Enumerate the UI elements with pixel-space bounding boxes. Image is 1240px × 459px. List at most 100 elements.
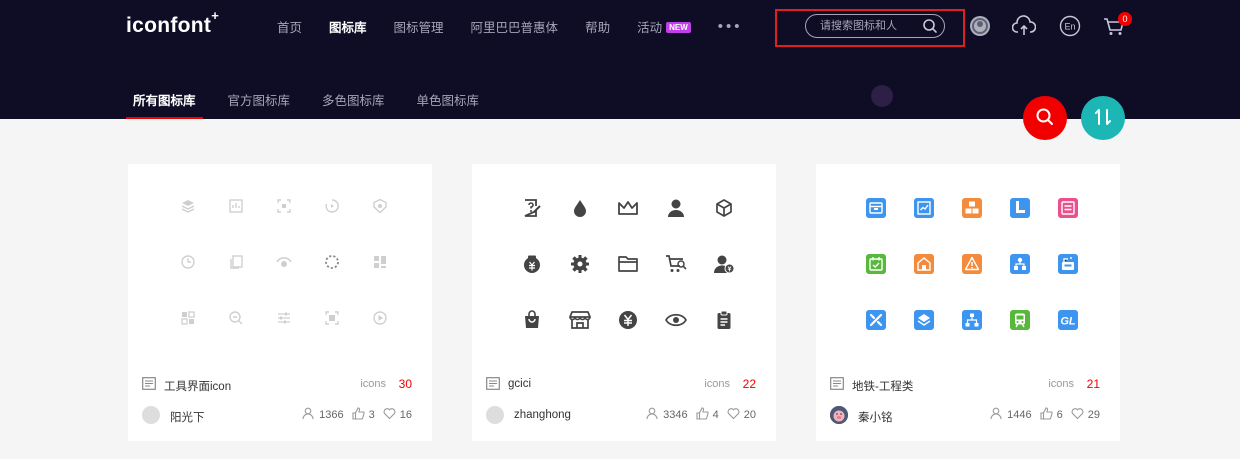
metro-train-icon [996, 310, 1044, 366]
box-icon [700, 198, 748, 254]
shopping-bag-icon [508, 310, 556, 366]
username[interactable]: zhanghong [514, 409, 571, 421]
user-icon [652, 198, 700, 254]
like-count: 4 [712, 409, 719, 421]
heart-icon[interactable] [727, 407, 740, 423]
tab-all-libraries[interactable]: 所有图标库 [133, 90, 196, 109]
library-tabs: 所有图标库 官方图标库 多色图标库 单色图标库 [133, 90, 511, 109]
copy-icon [212, 254, 260, 310]
search-icon[interactable] [922, 18, 938, 37]
calendar-check-icon [852, 254, 900, 310]
active-tab-underline [126, 117, 203, 119]
library-card[interactable]: GL 地铁-工程类 icons 21 秦小铭 1446 6 29 [816, 164, 1120, 441]
nav-home[interactable]: 首页 [277, 17, 302, 36]
logo-text: iconfont [126, 14, 212, 37]
layers-icon [164, 198, 212, 254]
water-drop-icon [556, 198, 604, 254]
logo[interactable]: iconfont+ [126, 8, 219, 38]
tab-multicolor-libraries[interactable]: 多色图标库 [322, 90, 385, 109]
thumbs-up-icon[interactable] [352, 407, 365, 423]
icons-count: 22 [742, 377, 756, 391]
upload-cloud-icon[interactable] [1012, 14, 1036, 38]
heart-icon[interactable] [383, 407, 396, 423]
collect-count: 1366 [319, 409, 344, 421]
collect-user-icon [302, 407, 315, 423]
yen-coin-icon [604, 310, 652, 366]
search-box[interactable] [805, 14, 945, 38]
favorite-count: 20 [743, 409, 756, 421]
nav-activity[interactable]: 活动 NEW [637, 17, 691, 36]
document-stack-icon [852, 198, 900, 254]
search-icon [1035, 107, 1055, 130]
library-stats: 1366 3 16 [294, 407, 412, 423]
library-name[interactable]: 地铁-工程类 [852, 378, 913, 394]
clock-icon [164, 254, 212, 310]
library-meta: gcici icons 22 [486, 376, 756, 394]
nav-help[interactable]: 帮助 [585, 17, 610, 36]
nav-activity-label: 活动 [637, 21, 663, 35]
icon-preview-grid [164, 198, 404, 366]
more-menu-button[interactable]: ••• [718, 18, 743, 35]
fullscreen-icon [308, 310, 356, 366]
search-input[interactable] [820, 18, 920, 34]
avatar[interactable] [142, 406, 160, 424]
icons-count: 30 [398, 377, 412, 391]
gl-badge-icon: GL [1044, 310, 1092, 366]
icon-preview-grid [508, 198, 748, 366]
thumbs-up-icon[interactable] [1040, 407, 1053, 423]
library-footer: 秦小铭 1446 6 29 [830, 404, 1100, 426]
library-icon [142, 377, 156, 393]
warning-money-icon [948, 254, 996, 310]
icons-label: icons [1048, 378, 1074, 390]
chart-box-icon [212, 198, 260, 254]
tab-monochrome-libraries[interactable]: 单色图标库 [417, 90, 480, 109]
settings-gear-icon [556, 254, 604, 310]
library-meta: 工具界面icon icons 30 [142, 376, 412, 394]
play-circle-icon [356, 310, 404, 366]
language-label: En [1064, 22, 1075, 32]
floating-sort-button[interactable] [1081, 96, 1125, 140]
new-badge: NEW [666, 22, 691, 33]
library-card[interactable]: gcici icons 22 zhanghong 3346 4 20 [472, 164, 776, 441]
username[interactable]: 阳光下 [170, 409, 205, 425]
shield-icon [356, 198, 404, 254]
crown-icon [604, 198, 652, 254]
library-name[interactable]: gcici [508, 378, 531, 390]
library-icon [486, 377, 500, 393]
edit-question-icon [508, 198, 556, 254]
like-count: 3 [368, 409, 375, 421]
dashboard-icon [356, 254, 404, 310]
org-chart-icon [948, 310, 996, 366]
avatar[interactable] [830, 406, 848, 424]
icons-count: 21 [1086, 377, 1100, 391]
house-doc-icon [900, 254, 948, 310]
pig-avatar-icon [830, 406, 848, 424]
clipboard-icon [700, 310, 748, 366]
decorative-dot [871, 85, 893, 107]
eye-icon [652, 310, 700, 366]
scan-icon [260, 198, 308, 254]
user-avatar-icon[interactable] [968, 14, 992, 38]
icons-label: icons [704, 378, 730, 390]
library-name[interactable]: 工具界面icon [164, 378, 231, 394]
collect-user-icon [646, 407, 659, 423]
language-icon[interactable]: En [1058, 14, 1082, 38]
icons-label: icons [360, 378, 386, 390]
cart-count-badge: 0 [1118, 12, 1132, 26]
zoom-icon [212, 310, 260, 366]
avatar[interactable] [486, 406, 504, 424]
heart-icon[interactable] [1071, 407, 1084, 423]
tab-official-libraries[interactable]: 官方图标库 [228, 90, 291, 109]
rail-station-icon [1044, 254, 1092, 310]
thumbs-up-icon[interactable] [696, 407, 709, 423]
username[interactable]: 秦小铭 [858, 409, 893, 425]
svg-text:GL: GL [1060, 316, 1076, 328]
nav-icon-library[interactable]: 图标库 [329, 17, 367, 36]
nav-alibaba-font[interactable]: 阿里巴巴普惠体 [471, 17, 559, 36]
nav-icon-manage[interactable]: 图标管理 [394, 17, 444, 36]
puzzle-icon [164, 310, 212, 366]
library-card[interactable]: 工具界面icon icons 30 阳光下 1366 3 16 [128, 164, 432, 441]
cubes-icon [948, 198, 996, 254]
library-footer: zhanghong 3346 4 20 [486, 404, 756, 426]
floating-search-button[interactable] [1023, 96, 1067, 140]
